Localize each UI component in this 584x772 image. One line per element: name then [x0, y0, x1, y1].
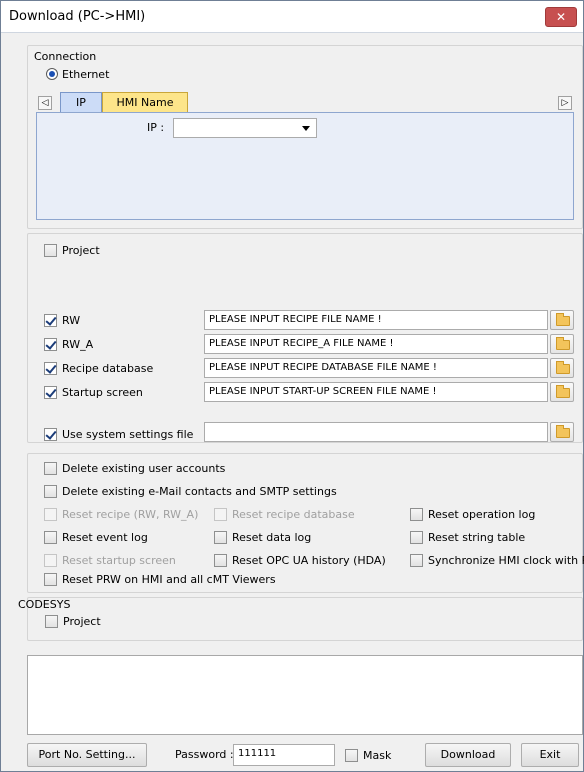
- files-group: Project RW PLEASE INPUT RECIPE FILE NAME…: [27, 233, 583, 443]
- reset-startup-screen-checkbox[interactable]: [44, 554, 57, 567]
- reset-data-log-checkbox[interactable]: [214, 531, 227, 544]
- ip-label: IP :: [147, 121, 165, 134]
- project-checkbox[interactable]: [44, 244, 57, 257]
- rw-a-file-input[interactable]: PLEASE INPUT RECIPE_A FILE NAME !: [204, 334, 548, 354]
- recipe-db-checkbox[interactable]: [44, 362, 57, 375]
- mask-label: Mask: [363, 749, 392, 762]
- ethernet-label: Ethernet: [62, 68, 110, 81]
- recipe-db-label: Recipe database: [62, 362, 154, 375]
- reset-prw-checkbox[interactable]: [44, 573, 57, 586]
- project-label: Project: [62, 244, 100, 257]
- reset-recipe-checkbox[interactable]: [44, 508, 57, 521]
- download-button[interactable]: Download: [425, 743, 511, 767]
- sync-clock-checkbox[interactable]: [410, 554, 423, 567]
- reset-event-log-checkbox[interactable]: [44, 531, 57, 544]
- delete-email-label: Delete existing e-Mail contacts and SMTP…: [62, 485, 337, 498]
- reset-opc-ua-label: Reset OPC UA history (HDA): [232, 554, 386, 567]
- startup-screen-label: Startup screen: [62, 386, 143, 399]
- exit-button[interactable]: Exit: [521, 743, 579, 767]
- port-settings-button[interactable]: Port No. Setting...: [27, 743, 147, 767]
- log-output-area[interactable]: [27, 655, 583, 735]
- download-dialog: Download (PC->HMI) ✕ Connection Ethernet…: [0, 0, 584, 772]
- folder-icon: [556, 385, 570, 398]
- close-button[interactable]: ✕: [545, 7, 577, 27]
- reset-recipe-db-checkbox[interactable]: [214, 508, 227, 521]
- tab-scroll-left-icon[interactable]: ◁: [38, 96, 52, 110]
- system-settings-file-input[interactable]: [204, 422, 548, 442]
- reset-string-table-label: Reset string table: [428, 531, 526, 544]
- startup-screen-checkbox[interactable]: [44, 386, 57, 399]
- recipe-db-file-input[interactable]: PLEASE INPUT RECIPE DATABASE FILE NAME !: [204, 358, 548, 378]
- reset-data-log-label: Reset data log: [232, 531, 312, 544]
- reset-operation-log-label: Reset operation log: [428, 508, 536, 521]
- startup-screen-file-input[interactable]: PLEASE INPUT START-UP SCREEN FILE NAME !: [204, 382, 548, 402]
- connection-group: Connection Ethernet ◁ IP HMI Name ▷ IP :: [27, 45, 583, 229]
- reset-recipe-label: Reset recipe (RW, RW_A): [62, 508, 199, 521]
- rw-a-label: RW_A: [62, 338, 94, 351]
- radio-selected-dot: [49, 71, 55, 77]
- reset-operation-log-checkbox[interactable]: [410, 508, 423, 521]
- codesys-project-label: Project: [63, 615, 101, 628]
- system-settings-browse-button[interactable]: [550, 422, 574, 442]
- folder-icon: [556, 361, 570, 374]
- delete-user-accounts-label: Delete existing user accounts: [62, 462, 226, 475]
- codesys-label: CODESYS: [18, 598, 71, 611]
- reset-event-log-label: Reset event log: [62, 531, 148, 544]
- tab-ip[interactable]: IP: [60, 92, 102, 112]
- password-input[interactable]: 111111: [233, 744, 335, 766]
- folder-icon: [556, 313, 570, 326]
- reset-startup-screen-label: Reset startup screen: [62, 554, 176, 567]
- codesys-group: CODESYS: [18, 597, 583, 641]
- options-group: Delete existing user accounts Delete exi…: [27, 453, 584, 593]
- rw-a-browse-button[interactable]: [550, 334, 574, 354]
- tab-hmi-name[interactable]: HMI Name: [102, 92, 188, 112]
- reset-prw-label: Reset PRW on HMI and all cMT Viewers: [62, 573, 276, 586]
- ip-combobox[interactable]: [173, 118, 317, 138]
- startup-screen-browse-button[interactable]: [550, 382, 574, 402]
- folder-icon: [556, 337, 570, 350]
- folder-icon: [556, 425, 570, 438]
- ethernet-radio[interactable]: [46, 68, 58, 80]
- rw-file-input[interactable]: PLEASE INPUT RECIPE FILE NAME !: [204, 310, 548, 330]
- system-settings-label: Use system settings file: [62, 428, 194, 441]
- connection-label: Connection: [34, 50, 97, 63]
- sync-clock-label: Synchronize HMI clock with PC: [428, 554, 584, 567]
- rw-a-checkbox[interactable]: [44, 338, 57, 351]
- window-title: Download (PC->HMI): [9, 9, 146, 24]
- rw-checkbox[interactable]: [44, 314, 57, 327]
- reset-opc-ua-checkbox[interactable]: [214, 554, 227, 567]
- delete-email-checkbox[interactable]: [44, 485, 57, 498]
- ip-tab-panel: IP :: [36, 112, 574, 220]
- reset-recipe-db-label: Reset recipe database: [232, 508, 355, 521]
- title-bar[interactable]: Download (PC->HMI) ✕: [1, 1, 583, 33]
- reset-string-table-checkbox[interactable]: [410, 531, 423, 544]
- password-label: Password :: [175, 748, 234, 761]
- rw-browse-button[interactable]: [550, 310, 574, 330]
- system-settings-checkbox[interactable]: [44, 428, 57, 441]
- chevron-down-icon: [302, 126, 310, 131]
- tab-scroll-right-icon[interactable]: ▷: [558, 96, 572, 110]
- delete-user-accounts-checkbox[interactable]: [44, 462, 57, 475]
- recipe-db-browse-button[interactable]: [550, 358, 574, 378]
- mask-checkbox[interactable]: [345, 749, 358, 762]
- codesys-project-checkbox[interactable]: [45, 615, 58, 628]
- rw-label: RW: [62, 314, 81, 327]
